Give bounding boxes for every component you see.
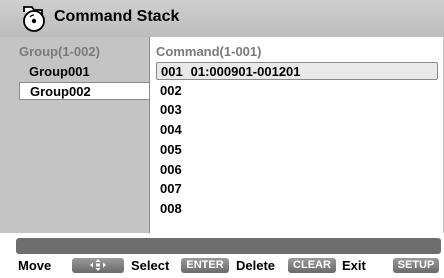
group-item-group002[interactable]: Group002	[19, 82, 149, 100]
enter-key-badge[interactable]: ENTER	[181, 258, 229, 273]
command-number: 001	[161, 64, 183, 79]
page-title: Command Stack	[54, 8, 180, 25]
command-number: 008	[160, 201, 182, 216]
command-list-panel: Command(1-001) 001 01:000901-001201 002 …	[149, 37, 443, 233]
help-bar: Move Select ENTER Delete CLEAR Exit SETU…	[16, 257, 441, 275]
command-row-001[interactable]: 001 01:000901-001201	[156, 62, 438, 80]
command-number: 003	[160, 102, 182, 117]
command-list-header: Command(1-001)	[156, 44, 262, 59]
command-row-005[interactable]: 005	[156, 141, 438, 159]
title-bar: Command Stack	[0, 0, 444, 37]
move-key-badge[interactable]	[72, 258, 124, 273]
setup-key-badge[interactable]: SETUP	[393, 258, 439, 273]
command-number: 002	[160, 83, 182, 98]
command-row-007[interactable]: 007	[156, 180, 438, 198]
command-row-003[interactable]: 003	[156, 101, 438, 119]
delete-label: Delete	[236, 258, 276, 273]
clear-key-badge[interactable]: CLEAR	[288, 258, 336, 273]
command-number: 004	[160, 122, 182, 137]
command-number: 005	[160, 142, 182, 157]
disc-icon	[20, 3, 50, 33]
group-list-header: Group(1-002)	[19, 44, 100, 59]
main-area: Group(1-002) Group001 Group002 Command(1…	[0, 37, 444, 233]
command-number: 007	[160, 181, 182, 196]
exit-label: Exit	[342, 258, 366, 273]
arrows-icon	[72, 259, 124, 271]
command-row-004[interactable]: 004	[156, 121, 438, 139]
command-detail: 01:000901-001201	[190, 64, 301, 79]
command-stack-screen: Command Stack Group(1-002) Group001 Grou…	[0, 0, 444, 278]
command-row-006[interactable]: 006	[156, 161, 438, 179]
command-row-002[interactable]: 002	[156, 82, 438, 100]
select-label: Select	[131, 258, 170, 273]
command-number: 006	[160, 162, 182, 177]
move-label: Move	[18, 258, 52, 273]
status-bar	[16, 238, 441, 254]
group-item-group001[interactable]: Group001	[19, 63, 149, 81]
command-row-008[interactable]: 008	[156, 200, 438, 218]
